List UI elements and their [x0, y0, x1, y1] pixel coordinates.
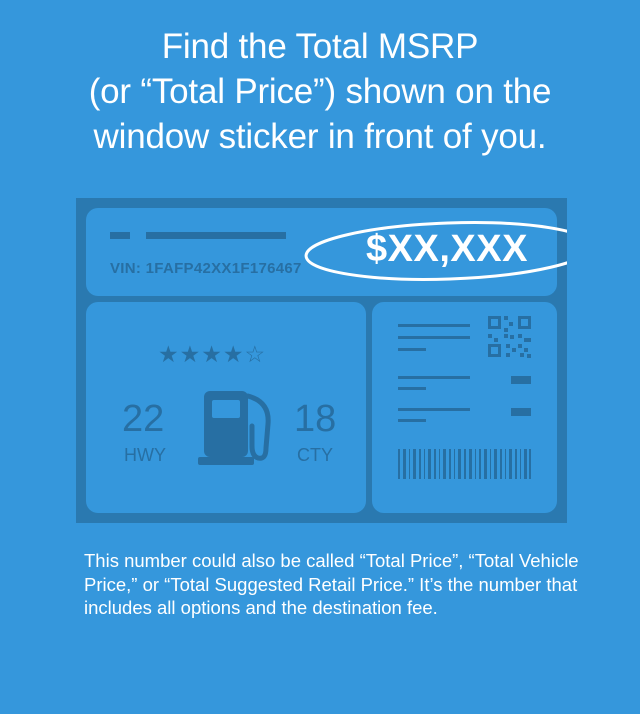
rating-stars: ★★★★☆: [158, 341, 267, 367]
right-panel: [372, 302, 557, 513]
headline-line-2: (or “Total Price”) shown on the: [88, 72, 552, 111]
price-placeholder: $XX,XXX: [366, 228, 528, 270]
city-label: CTY: [297, 445, 333, 465]
title-dash-long: [146, 232, 286, 239]
headline-line-3: window sticker in front of you.: [93, 117, 547, 156]
headline-line-1: Find the Total MSRP: [161, 27, 479, 66]
city-mpg: 18: [294, 398, 337, 440]
highway-label: HWY: [124, 445, 166, 465]
title-dash-short: [110, 232, 130, 239]
window-sticker-illustration: VIN: 1FAFP42XX1F176467 $XX,XXX ★★★★☆ 22 …: [76, 198, 567, 523]
highway-mpg: 22: [122, 398, 165, 440]
vin-number: VIN: 1FAFP42XX1F176467: [110, 260, 302, 277]
headline: Find the Total MSRP (or “Total Price”) s…: [0, 24, 640, 159]
explanation-text: This number could also be called “Total …: [84, 550, 579, 618]
